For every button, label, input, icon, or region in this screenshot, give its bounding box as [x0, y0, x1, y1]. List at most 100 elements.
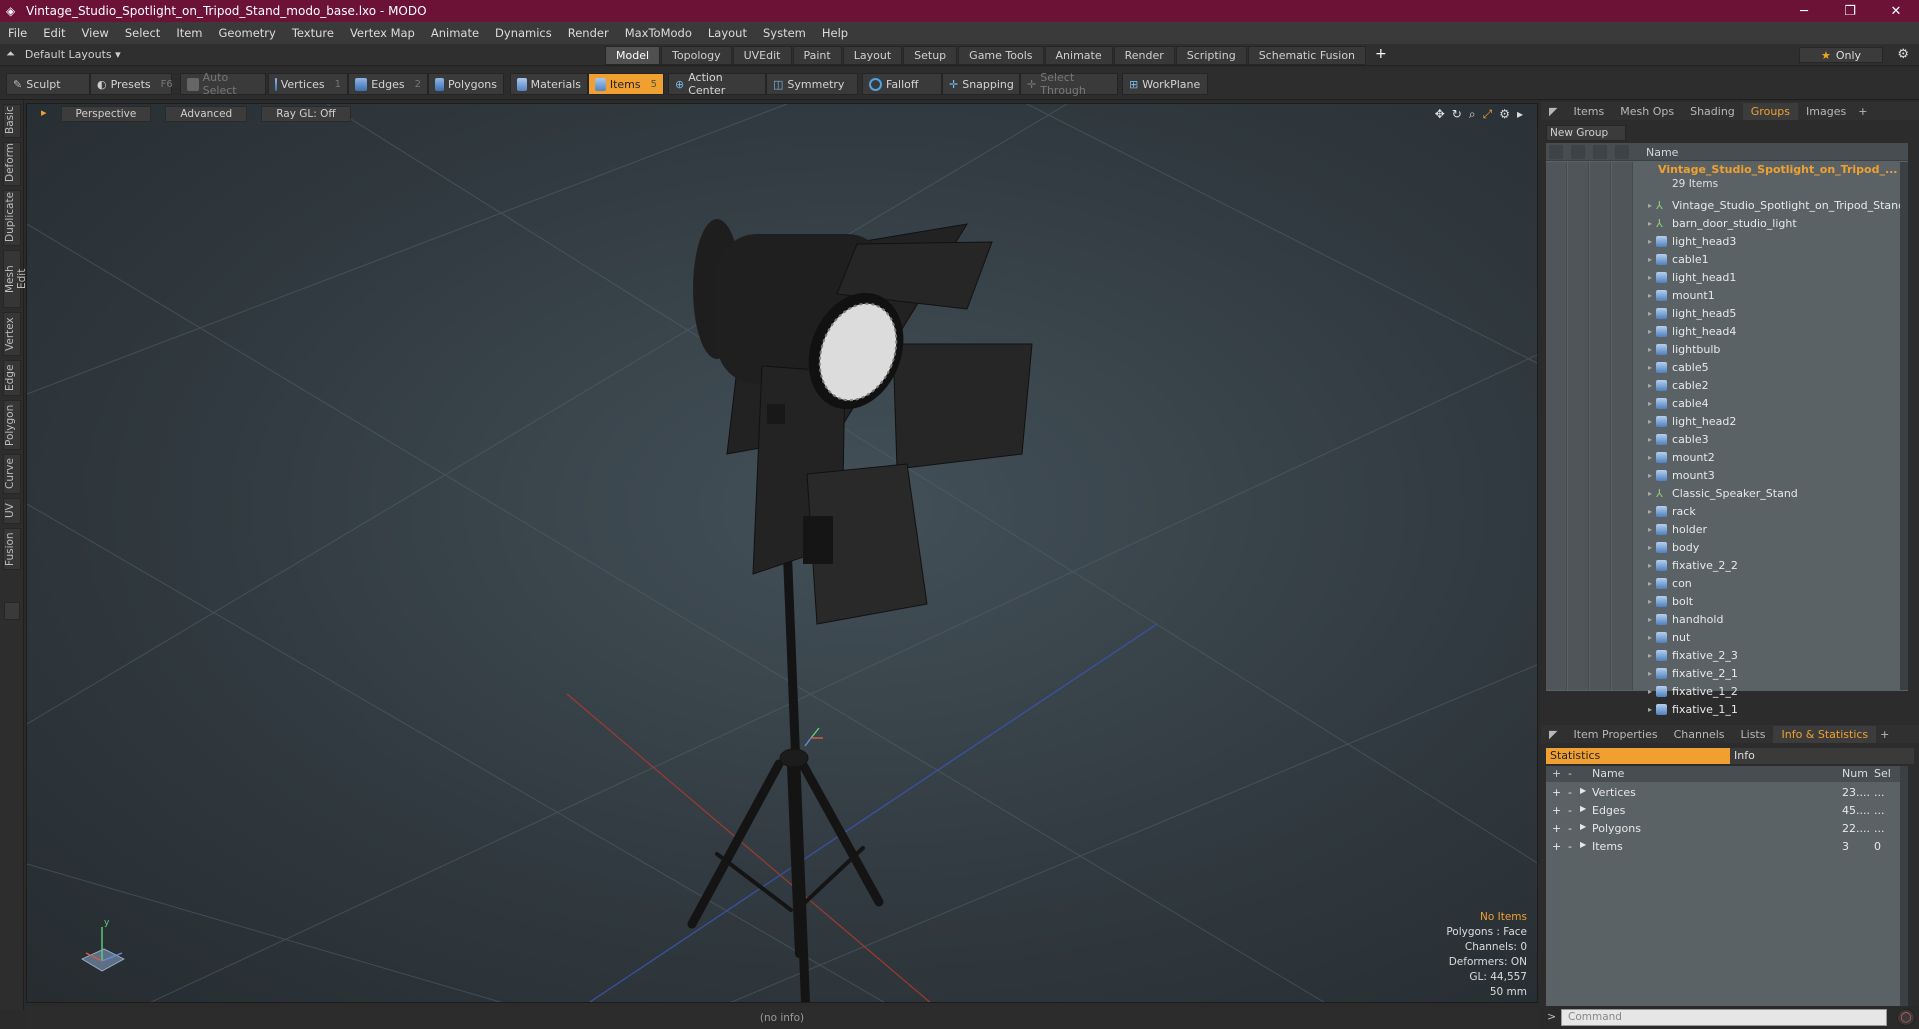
stats-panel-menu-icon[interactable]: ◤ — [1541, 726, 1565, 743]
menu-texture[interactable]: Texture — [284, 26, 342, 40]
expand-row-icon[interactable]: + — [1552, 786, 1561, 799]
raygl-toggle[interactable]: Ray GL: Off — [261, 106, 351, 122]
command-input[interactable]: Command — [1561, 1009, 1887, 1026]
group-item-row[interactable]: ▸ fixative_1_1 — [1648, 700, 1906, 718]
tab-lists[interactable]: Lists — [1733, 726, 1774, 743]
menu-file[interactable]: File — [0, 26, 35, 40]
group-item-row[interactable]: ▸ ⅄ Classic_Speaker_Stand — [1648, 484, 1906, 502]
expand-arrow-icon[interactable]: ▸ — [1648, 219, 1652, 228]
shading-mode-dropdown[interactable]: Advanced — [165, 106, 248, 122]
expand-arrow-icon[interactable]: ▸ — [1648, 201, 1652, 210]
menu-help[interactable]: Help — [814, 26, 856, 40]
collapse-row-icon[interactable]: - — [1568, 840, 1572, 853]
add-stats-tab-icon[interactable]: + — [1876, 728, 1893, 741]
lock-column-icon[interactable] — [1593, 145, 1607, 159]
group-item-row[interactable]: ▸ fixative_2_3 — [1648, 646, 1906, 664]
left-tab-mesh-edit[interactable]: Mesh Edit — [3, 250, 28, 308]
group-item-row[interactable]: ▸ handhold — [1648, 610, 1906, 628]
expand-arrow-icon[interactable]: ▸ — [1648, 579, 1652, 588]
expand-arrow-icon[interactable]: ▸ — [1648, 345, 1652, 354]
expand-arrow-icon[interactable]: ▸ — [1517, 107, 1523, 122]
group-item-row[interactable]: ▸ ⅄ Vintage_Studio_Spotlight_on_Tripod_Sta… — [1648, 196, 1906, 214]
add-panel-tab-icon[interactable]: + — [1854, 105, 1871, 118]
command-history-icon[interactable]: ◯ — [1897, 1009, 1915, 1026]
expand-arrow-icon[interactable]: ▸ — [1648, 633, 1652, 642]
tab-images[interactable]: Images — [1798, 103, 1854, 120]
collapse-row-icon[interactable]: - — [1568, 804, 1572, 817]
menu-animate[interactable]: Animate — [423, 26, 487, 40]
left-tab-uv[interactable]: UV — [3, 498, 21, 524]
collapse-icon[interactable]: ⏶ — [6, 47, 15, 61]
falloff-button[interactable]: Falloff — [862, 73, 942, 95]
expand-arrow-icon[interactable]: ▸ — [1648, 255, 1652, 264]
expand-arrow-icon[interactable]: ▸ — [1648, 435, 1652, 444]
menu-geometry[interactable]: Geometry — [211, 26, 284, 40]
collapse-row-icon[interactable]: - — [1568, 786, 1572, 799]
expand-arrow-icon[interactable]: ▸ — [1648, 507, 1652, 516]
group-item-row[interactable]: ▸ con — [1648, 574, 1906, 592]
expand-arrow-icon[interactable]: ▸ — [1648, 561, 1652, 570]
group-item-row[interactable]: ▸ mount1 — [1648, 286, 1906, 304]
group-item-row[interactable]: ▸ fixative_1_2 — [1648, 682, 1906, 700]
row-arrow-icon[interactable]: ▶ — [1580, 786, 1586, 795]
expand-arrow-icon[interactable]: ▸ — [1648, 543, 1652, 552]
expand-arrow-icon[interactable]: ▸ — [1648, 687, 1652, 696]
expand-arrow-icon[interactable]: ▸ — [1648, 381, 1652, 390]
gear-icon[interactable]: ⚙ — [1897, 47, 1909, 62]
group-row[interactable]: Vintage_Studio_Spotlight_on_Tripod_... 2… — [1646, 162, 1908, 194]
tab-channels[interactable]: Channels — [1666, 726, 1733, 743]
expand-arrow-icon[interactable]: ▸ — [1648, 309, 1652, 318]
expand-arrow-icon[interactable]: ▸ — [1648, 471, 1652, 480]
group-item-row[interactable]: ▸ bolt — [1648, 592, 1906, 610]
group-item-row[interactable]: ▸ cable4 — [1648, 394, 1906, 412]
group-item-row[interactable]: ▸ ⅄ barn_door_studio_light — [1648, 214, 1906, 232]
menu-system[interactable]: System — [755, 26, 814, 40]
presets-button[interactable]: ◐ Presets F6 — [90, 73, 173, 95]
minimize-button[interactable]: ─ — [1781, 0, 1827, 22]
group-item-row[interactable]: ▸ light_head2 — [1648, 412, 1906, 430]
expand-row-icon[interactable]: + — [1552, 804, 1561, 817]
left-tab-duplicate[interactable]: Duplicate — [3, 190, 21, 246]
statistics-row[interactable]: + - ▶ Edges 45....... — [1546, 802, 1908, 820]
polygons-button[interactable]: Polygons — [428, 73, 504, 95]
group-item-row[interactable]: ▸ body — [1648, 538, 1906, 556]
row-arrow-icon[interactable]: ▶ — [1580, 840, 1586, 849]
group-item-row[interactable]: ▸ holder — [1648, 520, 1906, 538]
rotate-icon[interactable]: ↻ — [1452, 107, 1462, 122]
tab-model[interactable]: Model — [605, 46, 661, 65]
group-item-row[interactable]: ▸ cable3 — [1648, 430, 1906, 448]
info-tab[interactable]: Info — [1730, 748, 1914, 764]
maximize-button[interactable]: ❐ — [1827, 0, 1873, 22]
group-item-row[interactable]: ▸ rack — [1648, 502, 1906, 520]
tab-game-tools[interactable]: Game Tools — [958, 46, 1044, 65]
expand-arrow-icon[interactable]: ▸ — [1648, 273, 1652, 282]
visibility-column-icon[interactable] — [1549, 145, 1563, 159]
zoom-icon[interactable]: ⌕ — [1469, 107, 1476, 122]
tab-items[interactable]: Items — [1565, 103, 1612, 120]
expand-arrow-icon[interactable]: ▸ — [1648, 525, 1652, 534]
left-tab-basic[interactable]: Basic — [3, 104, 21, 138]
group-item-row[interactable]: ▸ cable2 — [1648, 376, 1906, 394]
tab-animate[interactable]: Animate — [1044, 46, 1113, 65]
group-item-row[interactable]: ▸ light_head1 — [1648, 268, 1906, 286]
pan-icon[interactable]: ✥ — [1435, 107, 1445, 122]
tab-topology[interactable]: Topology — [661, 46, 732, 65]
viewport-settings-icon[interactable]: ⚙ — [1499, 107, 1510, 122]
expand-row-icon[interactable]: + — [1552, 822, 1561, 835]
left-tab-deform[interactable]: Deform — [3, 142, 21, 186]
tab-schematic-fusion[interactable]: Schematic Fusion — [1247, 46, 1367, 65]
auto-select-button[interactable]: Auto Select — [180, 71, 266, 97]
select-through-button[interactable]: ✛ Select Through — [1020, 71, 1118, 97]
left-panel-toggle[interactable] — [4, 602, 20, 620]
panel-menu-icon[interactable]: ◤ — [1541, 103, 1565, 120]
left-tab-vertex[interactable]: Vertex — [3, 312, 21, 356]
snapping-button[interactable]: ✛ Snapping — [942, 73, 1020, 95]
group-item-row[interactable]: ▸ nut — [1648, 628, 1906, 646]
left-tab-edge[interactable]: Edge — [3, 360, 21, 396]
expand-arrow-icon[interactable]: ▸ — [1648, 417, 1652, 426]
edges-button[interactable]: Edges 2 — [348, 73, 428, 95]
group-item-row[interactable]: ▸ light_head5 — [1648, 304, 1906, 322]
statistics-row[interactable]: + - ▶ Polygons 22....... — [1546, 820, 1908, 838]
vertices-button[interactable]: Vertices 1 — [268, 73, 348, 95]
menu-render[interactable]: Render — [560, 26, 617, 40]
